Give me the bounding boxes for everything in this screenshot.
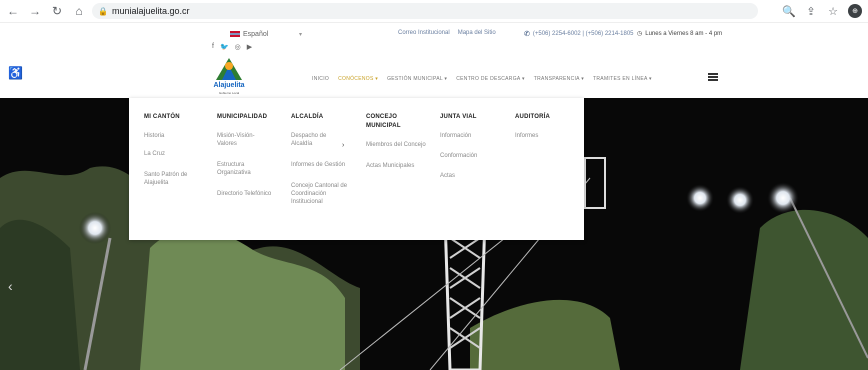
phone-text: (+506) 2254-6002 | (+506) 2214-1805: [532, 31, 634, 37]
lock-icon: 🔒: [98, 6, 108, 16]
hamburger-menu-icon[interactable]: [708, 73, 718, 81]
column-title: CONCEJO MUNICIPAL: [366, 114, 401, 129]
sitemap-link[interactable]: Mapa del Sitio: [458, 30, 496, 36]
logo-sun-shape: [225, 62, 233, 70]
column-title: MUNICIPALIDAD: [217, 114, 268, 120]
profile-avatar[interactable]: ⊕: [848, 4, 862, 18]
costa-rica-flag-icon: [230, 31, 240, 37]
instagram-icon[interactable]: ◎: [235, 43, 241, 51]
dropdown-column: MI CANTÓN Historia La Cruz Santo Patrón …: [144, 113, 204, 187]
slider-prev-icon[interactable]: ‹: [8, 278, 13, 294]
dropdown-link[interactable]: Misión-Visión-Valores: [217, 132, 272, 148]
clock-icon: ◷: [637, 31, 643, 37]
conocenos-dropdown: MI CANTÓN Historia La Cruz Santo Patrón …: [129, 98, 584, 240]
dropdown-column: MUNICIPALIDAD Misión-Visión-Valores Estr…: [217, 113, 272, 198]
dropdown-link[interactable]: Información: [440, 132, 495, 140]
language-select[interactable]: Español ▾: [230, 29, 302, 39]
dropdown-link[interactable]: La Cruz: [144, 150, 204, 158]
reload-icon[interactable]: ↻: [48, 2, 66, 20]
menu-item-inicio[interactable]: INICIO: [312, 76, 329, 82]
column-title: JUNTA VIAL: [440, 114, 477, 120]
chevron-right-icon: ›: [342, 142, 345, 149]
dropdown-link[interactable]: Estructura Organizativa: [217, 161, 272, 177]
menu-item-centro-descarga[interactable]: CENTRO DE DESCARGA ▾: [456, 76, 525, 82]
dropdown-link[interactable]: Concejo Cantonal de Coordinación Institu…: [291, 182, 349, 206]
zoom-icon[interactable]: 🔍: [782, 5, 796, 18]
home-icon[interactable]: ⌂: [70, 2, 88, 20]
menu-item-conocenos[interactable]: CONÓCENOS ▾: [338, 76, 378, 82]
site-logo[interactable]: Alajuelita Gobierno Local: [208, 58, 250, 98]
dropdown-column: AUDITORÍA Informes: [515, 113, 570, 140]
share-icon[interactable]: ⇪: [804, 5, 818, 18]
chevron-down-icon: ▾: [298, 31, 302, 38]
column-title: MI CANTÓN: [144, 114, 180, 120]
dropdown-column: CONCEJO MUNICIPAL Miembros del Concejo A…: [366, 113, 426, 170]
phone-info: ✆ (+506) 2254-6002 | (+506) 2214-1805: [524, 30, 634, 38]
dropdown-link[interactable]: Despacho de Alcaldía: [291, 132, 349, 148]
dropdown-link[interactable]: Informes: [515, 132, 570, 140]
dropdown-column: ALCALDÍA Despacho de Alcaldía Informes d…: [291, 113, 349, 206]
dropdown-link[interactable]: Conformación: [440, 152, 495, 160]
site-topbar: Español ▾ f 🐦 ◎ ▶ Correo Institucional M…: [0, 22, 868, 54]
phone-icon: ✆: [524, 31, 530, 38]
dropdown-link[interactable]: Actas: [440, 172, 495, 180]
main-navigation: ♿ Alajuelita Gobierno Local INICIO CONÓC…: [0, 54, 868, 98]
dropdown-link[interactable]: Actas Municipales: [366, 162, 426, 170]
dropdown-link[interactable]: Informes de Gestión: [291, 161, 349, 169]
back-icon[interactable]: ←: [4, 2, 22, 20]
column-title: AUDITORÍA: [515, 114, 551, 120]
institutional-email-link[interactable]: Correo Institucional: [398, 30, 450, 36]
address-bar[interactable]: 🔒 munialajuelita.go.cr: [92, 3, 758, 19]
logo-subtitle: Gobierno Local: [218, 91, 240, 95]
bookmark-star-icon[interactable]: ☆: [826, 5, 840, 18]
menu-item-tramites[interactable]: TRAMITES EN LÍNEA ▾: [593, 76, 652, 82]
youtube-icon[interactable]: ▶: [247, 43, 252, 51]
column-title: ALCALDÍA: [291, 114, 324, 120]
dropdown-link[interactable]: Historia: [144, 132, 204, 140]
hours-text: Lunes a Viernes 8 am - 4 pm: [645, 30, 723, 37]
logo-name: Alajuelita: [213, 82, 245, 89]
twitter-icon[interactable]: 🐦: [220, 43, 229, 51]
dropdown-link[interactable]: Santo Patrón de Alajuelita: [144, 171, 204, 187]
primary-menu: INICIO CONÓCENOS ▾ GESTIÓN MUNICIPAL ▾ C…: [312, 76, 652, 82]
language-label: Español: [243, 30, 269, 38]
url-text: munialajuelita.go.cr: [112, 6, 190, 16]
menu-item-transparencia[interactable]: TRANSPARENCIA ▾: [534, 76, 584, 82]
facebook-icon[interactable]: f: [212, 43, 214, 51]
menu-item-gestion-municipal[interactable]: GESTIÓN MUNICIPAL ▾: [387, 76, 447, 82]
forward-icon[interactable]: →: [26, 2, 44, 20]
social-links: f 🐦 ◎ ▶: [212, 43, 252, 51]
accessibility-icon[interactable]: ♿: [8, 66, 23, 80]
browser-toolbar: ← → ↻ ⌂ 🔒 munialajuelita.go.cr 🔍 ⇪ ☆ ⊕: [0, 0, 868, 22]
office-hours: ◷ Lunes a Viernes 8 am - 4 pm: [637, 30, 723, 38]
dropdown-link[interactable]: Miembros del Concejo: [366, 141, 426, 149]
dropdown-link[interactable]: Directorio Telefónico: [217, 190, 272, 198]
dropdown-column: JUNTA VIAL Información Conformación Acta…: [440, 113, 495, 180]
